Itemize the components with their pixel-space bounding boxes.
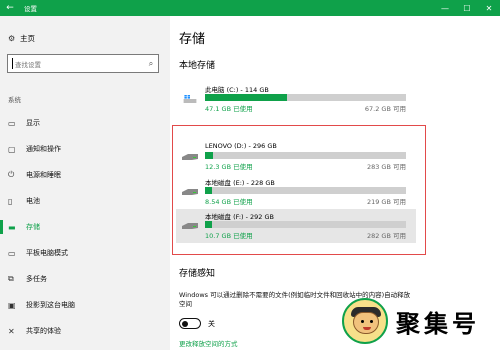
- window-title: 设置: [24, 5, 37, 13]
- active-indicator: [0, 220, 3, 234]
- sidebar-item-tablet-mode[interactable]: ▭ 平板电脑模式: [0, 243, 170, 263]
- sidebar-item-multitasking[interactable]: ⧉ 多任务: [0, 269, 170, 289]
- storage-sense-toggle[interactable]: [179, 318, 201, 329]
- section-label-system: 系统: [8, 96, 21, 104]
- window-controls: — ☐ ✕: [434, 0, 500, 16]
- sidebar-item-label: 电源和睡眠: [26, 171, 61, 179]
- windows-drive-icon: [183, 95, 197, 103]
- sidebar-item-label: 显示: [26, 119, 40, 127]
- minimize-button[interactable]: —: [434, 0, 456, 16]
- settings-window: ← 设置 — ☐ ✕ ⚙ 主页 查找设置 ⌕ 系统 ▭ 显示 ▢ 通知和操作 ⏻: [0, 0, 500, 350]
- sidebar-item-label: 多任务: [26, 275, 47, 283]
- watermark-text: 聚集号: [396, 309, 480, 338]
- page-title: 存储: [179, 32, 206, 47]
- power-icon: ⏻: [8, 170, 15, 179]
- storage-icon: ▬: [8, 222, 16, 232]
- sidebar-item-battery[interactable]: ▯ 电池: [0, 191, 170, 211]
- sidebar-item-shared-experiences[interactable]: ✕ 共享的体验: [0, 321, 170, 341]
- available-space: 67.2 GB 可用: [364, 105, 406, 113]
- share-icon: ✕: [8, 326, 15, 336]
- logo-avatar-icon: [342, 298, 388, 344]
- sidebar-item-label: 共享的体验: [26, 327, 61, 335]
- sidebar-item-projecting[interactable]: ▣ 投影到这台电脑: [0, 295, 170, 315]
- text-cursor: [12, 58, 13, 69]
- tablet-icon: ▭: [8, 248, 16, 258]
- back-button[interactable]: ←: [0, 0, 20, 16]
- search-field[interactable]: 查找设置 ⌕: [7, 54, 159, 73]
- storage-sense-heading: 存储感知: [179, 269, 216, 279]
- multitask-icon: ⧉: [8, 274, 14, 283]
- local-storage-heading: 本地存储: [179, 61, 216, 71]
- sidebar-item-label: 电池: [26, 197, 40, 205]
- notification-icon: ▢: [8, 144, 16, 154]
- annotation-highlight-box: [172, 125, 426, 255]
- maximize-button[interactable]: ☐: [456, 0, 478, 16]
- sidebar-item-storage[interactable]: ▬ 存储: [0, 217, 170, 237]
- gear-icon: ⚙: [8, 34, 16, 43]
- battery-icon: ▯: [8, 196, 13, 206]
- toggle-knob: [182, 320, 188, 327]
- change-free-space-link[interactable]: 更改释放空间的方式: [179, 338, 238, 348]
- watermark-logo: 聚集号: [342, 296, 500, 350]
- search-placeholder: 查找设置: [15, 60, 41, 69]
- sidebar: ⚙ 主页 查找设置 ⌕ 系统 ▭ 显示 ▢ 通知和操作 ⏻ 电源和睡眠 ▯ 电池…: [0, 16, 170, 350]
- usage-bar: [205, 94, 406, 101]
- home-label: 主页: [20, 34, 35, 43]
- logo-eye: [361, 320, 364, 323]
- sidebar-item-display[interactable]: ▭ 显示: [0, 113, 170, 133]
- logo-eye: [370, 320, 373, 323]
- sidebar-item-label: 通知和操作: [26, 145, 61, 153]
- drive-c[interactable]: 此电脑 (C:) - 114 GB 47.1 GB 已使用 67.2 GB 可用: [176, 82, 416, 116]
- sidebar-item-home[interactable]: ⚙ 主页: [8, 33, 35, 44]
- toggle-state-label: 关: [208, 320, 215, 328]
- sidebar-item-notifications[interactable]: ▢ 通知和操作: [0, 139, 170, 159]
- search-icon[interactable]: ⌕: [144, 59, 158, 69]
- title-bar: ← 设置 — ☐ ✕: [0, 0, 500, 16]
- drive-name: 此电脑 (C:) - 114 GB: [205, 86, 269, 94]
- sidebar-item-label: 平板电脑模式: [26, 249, 68, 257]
- sidebar-item-label: 投影到这台电脑: [26, 301, 75, 309]
- sidebar-item-power[interactable]: ⏻ 电源和睡眠: [0, 165, 170, 185]
- project-icon: ▣: [8, 300, 16, 310]
- monitor-icon: ▭: [8, 118, 16, 128]
- logo-face: [353, 312, 379, 334]
- close-button[interactable]: ✕: [478, 0, 500, 16]
- usage-bar-fill: [205, 94, 288, 101]
- used-space: 47.1 GB 已使用: [205, 105, 253, 113]
- sidebar-item-label: 存储: [26, 223, 40, 231]
